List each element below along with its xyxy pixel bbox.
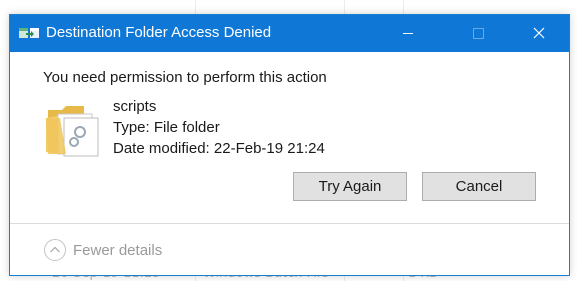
minimize-button[interactable] (385, 15, 431, 52)
maximize-button[interactable] (455, 15, 501, 52)
dialog-title: Destination Folder Access Denied (46, 24, 272, 41)
footer-divider (10, 223, 569, 224)
chevron-up-icon (44, 239, 66, 261)
close-icon (533, 27, 545, 39)
cancel-button[interactable]: Cancel (422, 172, 536, 201)
item-modified: Date modified: 22-Feb-19 21:24 (113, 140, 325, 157)
permission-message: You need permission to perform this acti… (43, 69, 327, 86)
try-again-button[interactable]: Try Again (293, 172, 407, 201)
folder-icon (46, 106, 99, 157)
close-button[interactable] (516, 15, 562, 52)
title-bar[interactable]: Destination Folder Access Denied (10, 15, 569, 52)
item-type: Type: File folder (113, 119, 220, 136)
folder-transfer-icon (19, 28, 39, 38)
item-info: scripts Type: File folder Date modified:… (113, 96, 325, 159)
minimize-icon (403, 33, 413, 34)
access-denied-dialog: Destination Folder Access Denied You nee… (9, 14, 570, 276)
item-name: scripts (113, 98, 157, 115)
maximize-icon (473, 28, 484, 39)
fewer-details-label: Fewer details (73, 242, 163, 259)
